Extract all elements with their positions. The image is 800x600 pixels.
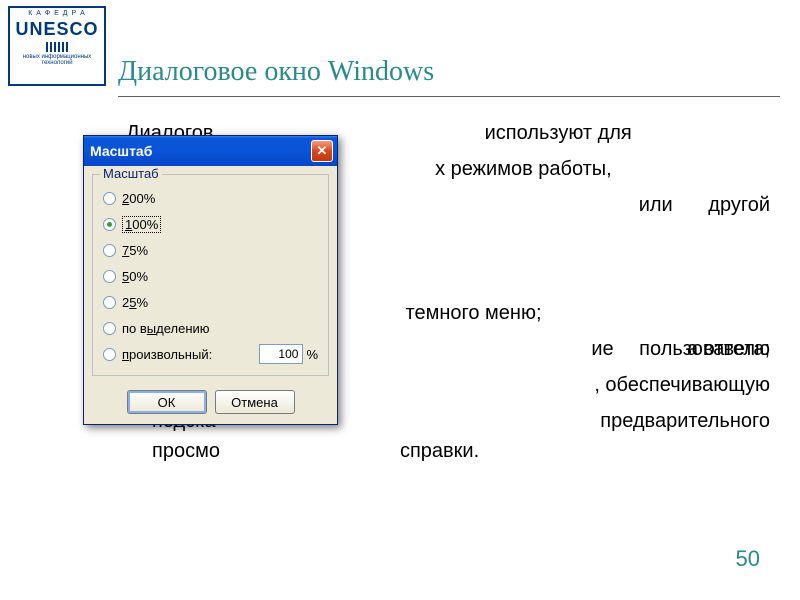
custom-zoom-input[interactable] (259, 344, 303, 364)
logo-bottom-text: новых информационных технологий (12, 54, 102, 66)
page-title: Диалоговое окно Windows (118, 56, 434, 88)
dialog-titlebar[interactable]: Масштаб ✕ (84, 136, 337, 166)
radio-200[interactable] (103, 192, 116, 205)
close-button[interactable]: ✕ (311, 140, 333, 162)
radio-fit-label[interactable]: по выделению (122, 321, 210, 336)
radio-100[interactable] (103, 218, 116, 231)
radio-fit[interactable] (103, 322, 116, 335)
radio-100-label[interactable]: 100% (122, 216, 161, 233)
ok-button[interactable]: ОК (127, 390, 207, 414)
cancel-button[interactable]: Отмена (215, 390, 295, 414)
text-frag: ие пользователю (591, 334, 770, 364)
logo-top-text: К А Ф Е Д Р А (12, 10, 102, 17)
text-frag: используют для (485, 122, 632, 144)
radio-custom-label[interactable]: произвольный: (122, 347, 212, 362)
dialog-title: Масштаб (90, 143, 311, 159)
text-frag: предварительного (600, 406, 770, 436)
percent-label: % (306, 347, 318, 362)
radio-200-label[interactable]: 200% (122, 191, 155, 206)
dialog-buttons: ОК Отмена (84, 384, 337, 424)
radio-25-label[interactable]: 25% (122, 295, 148, 310)
close-icon: ✕ (317, 143, 328, 159)
text-frag: , обеспечивающую (594, 370, 770, 400)
radio-50[interactable] (103, 270, 116, 283)
text-frag: просмо (152, 436, 220, 466)
text-frag: темного меню; (406, 302, 542, 324)
title-rule (118, 96, 780, 97)
zoom-dialog: Масштаб ✕ Масштаб 200% 100% 75% 50% 25% (83, 135, 338, 425)
radio-50-label[interactable]: 50% (122, 269, 148, 284)
zoom-groupbox: Масштаб 200% 100% 75% 50% 25% по выделен… (92, 174, 329, 376)
unesco-logo: К А Ф Е Д Р А UNESCO новых информационны… (8, 6, 106, 86)
logo-columns (12, 42, 102, 52)
text-frag: или другой (639, 190, 770, 220)
text-frag: х режимов работы, (435, 158, 612, 180)
radio-75-label[interactable]: 75% (122, 243, 148, 258)
group-legend: Масштаб (100, 166, 162, 181)
radio-75[interactable] (103, 244, 116, 257)
logo-mid-text: UNESCO (12, 19, 102, 40)
text-frag: справки. (400, 436, 479, 466)
radio-25[interactable] (103, 296, 116, 309)
page-number: 50 (736, 546, 760, 572)
radio-custom[interactable] (103, 348, 116, 361)
